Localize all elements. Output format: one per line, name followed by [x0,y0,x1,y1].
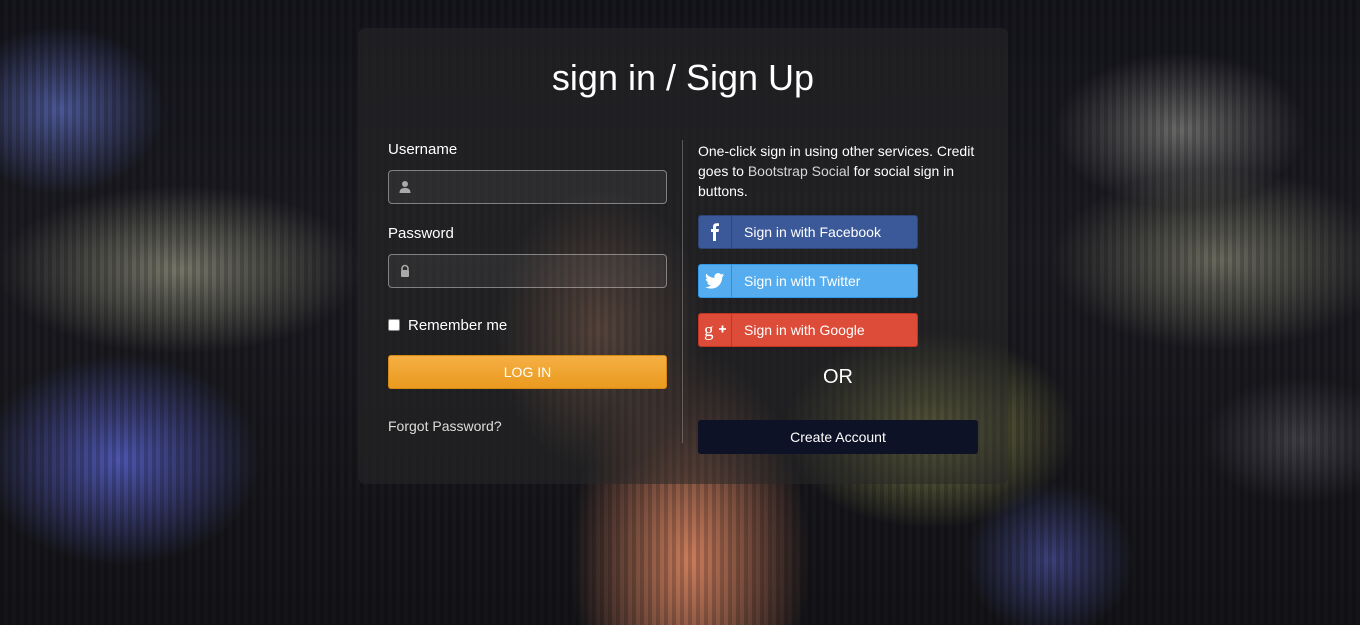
remember-me-label[interactable]: Remember me [408,317,507,334]
username-input[interactable] [417,171,661,203]
bootstrap-social-link[interactable]: Bootstrap Social [748,163,850,179]
auth-panel: sign in / Sign Up Username Password Reme… [358,28,1008,484]
user-icon [399,181,411,193]
or-separator: OR [823,366,853,388]
password-label: Password [388,225,454,242]
social-intro-text: One-click sign in using other services. … [698,141,988,201]
twitter-icon [699,265,732,297]
username-field-wrapper [388,170,667,204]
remember-me-row: Remember me [388,317,507,334]
password-input[interactable] [417,255,661,287]
create-account-button[interactable]: Create Account [698,420,978,454]
lock-icon [401,264,409,277]
facebook-signin-label: Sign in with Facebook [744,224,881,240]
page-title: sign in / Sign Up [551,57,815,98]
password-field-wrapper [388,254,667,288]
facebook-icon [699,216,732,248]
twitter-signin-label: Sign in with Twitter [744,273,861,289]
svg-text:g: g [704,320,714,340]
google-plus-icon: g [699,314,732,346]
google-signin-button[interactable]: g Sign in with Google [698,313,918,347]
username-label: Username [388,141,458,158]
column-divider [682,140,683,443]
forgot-password-link[interactable]: Forgot Password? [388,418,502,434]
google-signin-label: Sign in with Google [744,322,865,338]
facebook-signin-button[interactable]: Sign in with Facebook [698,215,918,249]
login-button[interactable]: LOG IN [388,355,667,389]
twitter-signin-button[interactable]: Sign in with Twitter [698,264,918,298]
remember-me-checkbox[interactable] [388,319,400,331]
